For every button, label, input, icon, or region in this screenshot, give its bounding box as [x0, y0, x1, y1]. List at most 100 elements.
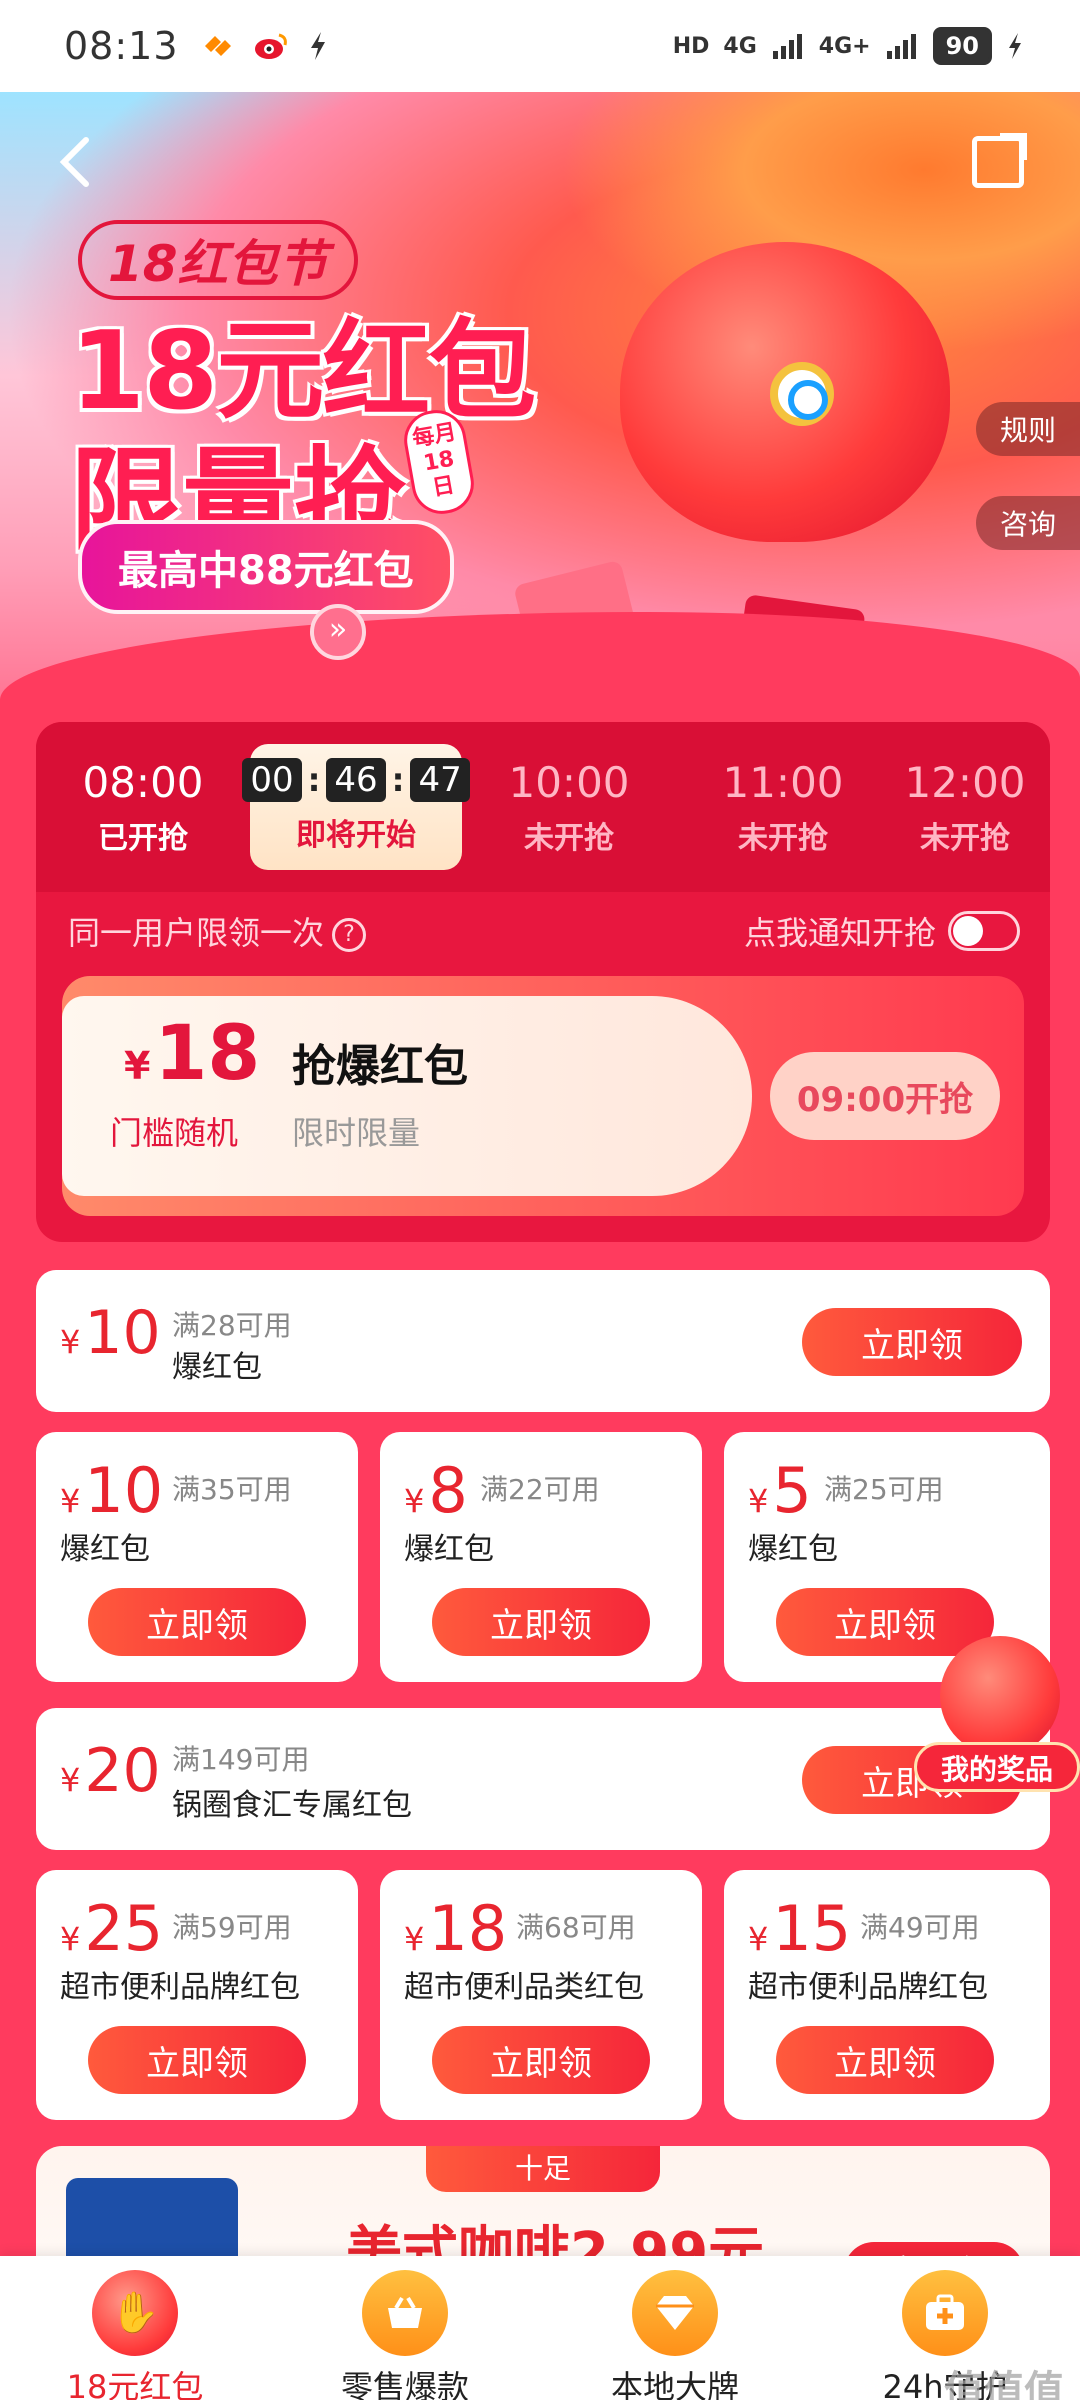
coupon-amount-value: 25 [84, 1892, 164, 1965]
timeslot-tabs: 08:00 已开抢 00 : 46 : 47 即将开始 10:00 未开抢 11… [36, 722, 1050, 892]
nav-label: 本地大牌 [610, 2368, 739, 2400]
currency-symbol: ¥ [404, 1482, 425, 1520]
countdown-seconds: 47 [410, 758, 470, 802]
timeslot-panel: 08:00 已开抢 00 : 46 : 47 即将开始 10:00 未开抢 11… [36, 722, 1050, 1242]
signal-icon-2 [886, 34, 916, 59]
my-prizes-float[interactable]: 我的奖品 [914, 1636, 1080, 1806]
coupon-condition: 满35可用 [172, 1473, 292, 1506]
nav-item-retail[interactable]: 零售爆款 [270, 2256, 540, 2400]
battery-charging-icon [1009, 33, 1021, 59]
coupon-amount: ¥20 [60, 1736, 161, 1806]
coupon-amount: ¥10 [60, 1298, 161, 1368]
coupon-condition: 满59可用 [172, 1911, 292, 1944]
coupon-name: 超市便利品类红包 [404, 1970, 644, 2005]
back-icon[interactable] [48, 132, 108, 192]
notify-toggle[interactable] [948, 911, 1020, 951]
coupon-name: 爆红包 [404, 1532, 494, 1567]
coupon-card: ¥8 满22可用 爆红包 立即领 [380, 1432, 702, 1682]
hd-indicator: HD [672, 33, 710, 59]
coupon-amount-value: 10 [84, 1454, 164, 1527]
timeslot-time: 11:00 [722, 758, 844, 807]
timeslot-tab-0800[interactable]: 08:00 已开抢 [36, 722, 250, 892]
timeslot-time: 10:00 [508, 758, 630, 807]
currency-symbol: ¥ [748, 1482, 769, 1520]
coupon-card: ¥15 满49可用 超市便利品牌红包 立即领 [724, 1870, 1050, 2120]
coupon-amount: ¥10 [60, 1454, 163, 1527]
timeslot-tab-current[interactable]: 00 : 46 : 47 即将开始 [242, 744, 470, 870]
notify-toggle-row: 点我通知开抢 [744, 908, 1020, 954]
nav-label: 18元红包 [66, 2368, 204, 2400]
nav-item-red-packet[interactable]: ✋ 18元红包 [0, 2256, 270, 2400]
notify-label: 点我通知开抢 [743, 914, 936, 952]
diamond-icon [632, 2270, 718, 2356]
featured-amount-value: 18 [154, 1008, 261, 1097]
coupon-condition: 满49可用 [860, 1911, 980, 1944]
timeslot-tab-1000[interactable]: 10:00 未开抢 [462, 722, 676, 892]
coupon-card: ¥10 满35可用 爆红包 立即领 [36, 1432, 358, 1682]
help-icon[interactable]: ? [332, 918, 367, 952]
coupon-condition: 满25可用 [824, 1473, 944, 1506]
coupon-card: ¥10 满28可用 爆红包 立即领 [36, 1270, 1050, 1412]
currency-symbol: ¥ [124, 1044, 151, 1088]
basket-icon [362, 2270, 448, 2356]
nav-label: 零售爆款 [340, 2368, 469, 2400]
limit-text: 同一用户限领一次 [68, 914, 325, 952]
promo-tag: 十足 [426, 2146, 660, 2192]
countdown-timer: 00 : 46 : 47 [242, 758, 470, 802]
timeslot-time: 12:00 [904, 758, 1026, 807]
currency-symbol: ¥ [748, 1920, 769, 1958]
timeslot-tab-1100[interactable]: 11:00 未开抢 [676, 722, 890, 892]
network-indicator-1: 4G [723, 33, 757, 59]
claim-button[interactable]: 立即领 [802, 1308, 1022, 1376]
featured-start-button[interactable]: 09:00开抢 [770, 1052, 1000, 1140]
prize-mascot-icon [940, 1636, 1060, 1756]
coupon-condition: 满22可用 [480, 1473, 600, 1506]
timeslot-time: 08:00 [82, 758, 204, 807]
claim-button[interactable]: 立即领 [776, 2026, 994, 2094]
claim-button[interactable]: 立即领 [88, 1588, 306, 1656]
network-indicator-2: 4G+ [818, 33, 871, 59]
consult-button[interactable]: 咨询 [976, 496, 1080, 550]
featured-condition: 门槛随机 [110, 1114, 239, 1152]
coupon-amount-value: 18 [428, 1892, 508, 1965]
currency-symbol: ¥ [60, 1323, 81, 1361]
timeslot-tab-1200[interactable]: 12:00 未开抢 [890, 722, 1040, 892]
coupon-name: 超市便利品牌红包 [748, 1970, 988, 2005]
timeslot-status: 未开抢 [920, 821, 1010, 856]
bottom-nav: ✋ 18元红包 零售爆款 本地大牌 24h守护 [0, 2256, 1080, 2400]
share-icon[interactable] [972, 133, 1027, 188]
coupon-amount-value: 5 [772, 1454, 812, 1527]
featured-subtitle: 限时限量 [292, 1114, 421, 1152]
status-bar: 08:13 HD 4G 4G+ 90 [0, 0, 1080, 92]
limit-notice: 同一用户限领一次? [68, 908, 367, 954]
coupon-name: 超市便利品牌红包 [60, 1970, 300, 2005]
claim-button[interactable]: 立即领 [88, 2026, 306, 2094]
max-prize-badge: 最高中88元红包 [78, 520, 454, 614]
currency-symbol: ¥ [404, 1920, 425, 1958]
coupon-card: ¥25 满59可用 超市便利品牌红包 立即领 [36, 1870, 358, 2120]
currency-symbol: ¥ [60, 1920, 81, 1958]
coupon-amount: ¥18 [404, 1892, 507, 1965]
claim-button[interactable]: 立即领 [432, 2026, 650, 2094]
timeslot-status: 未开抢 [738, 821, 828, 856]
coupon-name: 锅圈食汇专属红包 [172, 1788, 412, 1823]
coupon-amount-value: 8 [428, 1454, 468, 1527]
coupon-condition: 满28可用 [172, 1309, 292, 1342]
coupon-name: 爆红包 [748, 1532, 838, 1567]
watermark-logo: 值值值 [944, 2368, 1064, 2400]
hero-wave [0, 612, 1080, 722]
hero-banner: 18红包节 18元红包 限量抢 每月18日 最高中88元红包 规则 咨询 » [0, 92, 1080, 722]
featured-coupon: ¥18 门槛随机 抢爆红包 限时限量 09:00开抢 [62, 976, 1024, 1216]
rules-button[interactable]: 规则 [976, 402, 1080, 456]
timeslot-status: 已开抢 [98, 821, 188, 856]
my-prizes-label: 我的奖品 [914, 1742, 1080, 1792]
coupon-card: ¥20 满149可用 锅圈食汇专属红包 立即领 [36, 1708, 1050, 1850]
red-packet-icon: ✋ [92, 2270, 178, 2356]
charging-bolt-icon [310, 32, 325, 60]
coupon-amount-value: 10 [84, 1298, 161, 1368]
medical-kit-icon [902, 2270, 988, 2356]
nav-item-local-brands[interactable]: 本地大牌 [540, 2256, 810, 2400]
coupon-amount: ¥8 [404, 1454, 468, 1527]
claim-button[interactable]: 立即领 [432, 1588, 650, 1656]
currency-symbol: ¥ [60, 1482, 81, 1520]
